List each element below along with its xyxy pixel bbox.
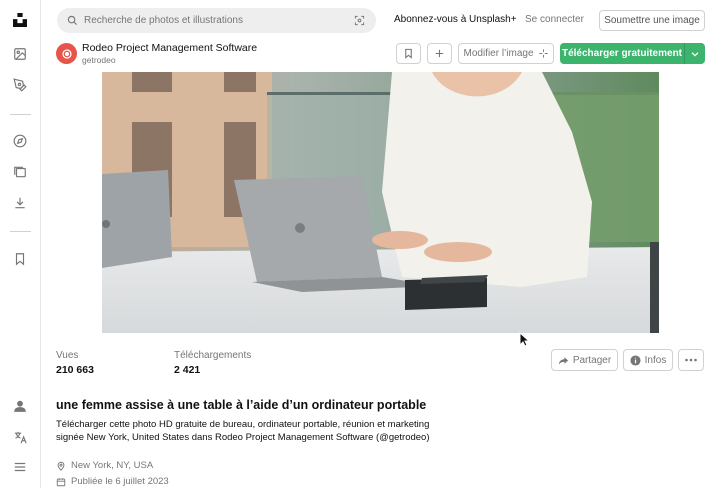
photo-illustration xyxy=(102,72,659,333)
views-label: Vues xyxy=(56,350,79,361)
location-row: New York, NY, USA xyxy=(56,460,153,471)
download-free-button[interactable]: Télécharger gratuitement xyxy=(560,43,684,64)
main-photo[interactable] xyxy=(102,72,659,333)
bookmark-icon xyxy=(405,48,412,59)
author-row: Rodeo Project Management Software getrod… xyxy=(41,40,720,70)
views-value: 210 663 xyxy=(56,364,94,376)
sidebar xyxy=(0,0,41,488)
submit-image-button[interactable]: Soumettre une image xyxy=(599,10,705,31)
author-handle[interactable]: getrodeo xyxy=(82,55,116,65)
illustrations-pen-icon[interactable] xyxy=(10,75,30,95)
search-icon xyxy=(67,15,78,26)
collections-icon[interactable] xyxy=(10,162,30,182)
sparkle-icon xyxy=(538,49,548,58)
info-label: Infos xyxy=(644,354,667,366)
language-translate-icon[interactable] xyxy=(10,427,30,447)
sidebar-divider xyxy=(10,114,31,115)
share-arrow-icon xyxy=(558,356,568,365)
explore-compass-icon[interactable] xyxy=(10,131,30,151)
published-row: Publiée le 6 juillet 2023 xyxy=(56,476,169,487)
search-input[interactable] xyxy=(84,15,344,26)
plus-icon xyxy=(435,49,444,58)
calendar-icon xyxy=(56,477,66,486)
user-icon[interactable] xyxy=(10,396,30,416)
subscribe-unsplash-plus-link[interactable]: Abonnez-vous à Unsplash+ xyxy=(394,14,517,25)
login-link[interactable]: Se connecter xyxy=(525,14,584,25)
search-bar[interactable] xyxy=(57,8,376,33)
photo-description-line1: Télécharger cette photo HD gratuite de b… xyxy=(56,419,430,430)
edit-image-button[interactable]: Modifier l’image xyxy=(458,43,554,64)
download-button-group: Télécharger gratuitement xyxy=(560,43,705,64)
info-icon xyxy=(630,354,641,366)
share-label: Partager xyxy=(572,354,612,366)
downloads-icon[interactable] xyxy=(10,193,30,213)
downloads-label: Téléchargements xyxy=(174,350,252,361)
location-pin-icon xyxy=(57,461,65,471)
published-date: Publiée le 6 juillet 2023 xyxy=(71,476,169,487)
bookmark-icon[interactable] xyxy=(10,249,30,269)
photo-description-line2: signée New York, United States dans Rode… xyxy=(56,432,430,443)
sidebar-divider xyxy=(10,231,31,232)
download-options-dropdown[interactable] xyxy=(684,43,705,64)
share-button[interactable]: Partager xyxy=(551,349,618,371)
menu-hamburger-icon[interactable] xyxy=(10,457,30,477)
author-name[interactable]: Rodeo Project Management Software xyxy=(82,42,257,54)
add-to-collection-button[interactable] xyxy=(427,43,452,64)
unsplash-logo-icon[interactable] xyxy=(10,10,30,30)
info-button[interactable]: Infos xyxy=(623,349,673,371)
location-text[interactable]: New York, NY, USA xyxy=(71,460,153,471)
photos-icon[interactable] xyxy=(10,44,30,64)
downloads-value: 2 421 xyxy=(174,364,201,376)
mouse-cursor-icon xyxy=(519,332,530,347)
chevron-down-icon xyxy=(691,51,699,57)
avatar[interactable] xyxy=(56,43,77,64)
edit-image-label: Modifier l’image xyxy=(463,48,534,59)
visual-search-icon[interactable] xyxy=(354,15,365,26)
top-bar: Abonnez-vous à Unsplash+ Se connecter So… xyxy=(41,0,720,40)
bookmark-button[interactable] xyxy=(396,43,421,64)
more-options-button[interactable] xyxy=(678,349,704,371)
more-dots-icon xyxy=(685,358,697,362)
photo-title: une femme assise à une table à l’aide d’… xyxy=(56,398,427,412)
